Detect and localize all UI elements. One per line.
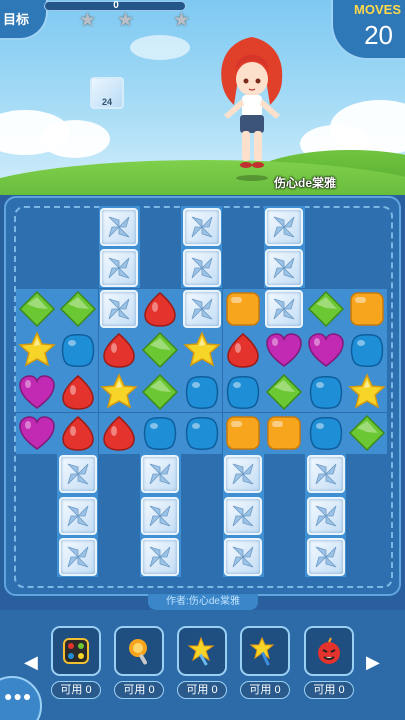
booster-hammer[interactable]: 可用 0 [114,626,164,699]
orange-square-candy[interactable] [265,414,303,452]
cloud [130,35,190,60]
moves-label: MOVES [354,2,401,17]
scroll-left-arrow-icon[interactable]: ◀ [24,652,38,673]
score-value: 0 [113,0,119,11]
booster-bomb[interactable]: 可用 0 [304,626,354,699]
magic-wand-booster-button[interactable] [240,626,290,676]
ice-blocker[interactable] [306,496,345,535]
booster-magic-wand[interactable]: 可用 0 [240,626,290,699]
ice-blocker[interactable] [100,248,139,287]
blue-round-candy[interactable] [183,373,221,411]
yellow-star-candy[interactable] [100,372,138,411]
star-wand-booster-button[interactable] [177,626,227,676]
yellow-star-candy[interactable] [182,331,221,369]
game-board[interactable] [16,206,388,578]
orange-square-candy[interactable] [224,414,262,452]
ice-blocker[interactable] [224,496,262,535]
score-progress-bar: 0 [44,0,186,11]
ice-blocker[interactable] [141,455,180,494]
goal-ice-block: 24 [90,77,124,109]
ice-blocker[interactable] [58,537,97,576]
author-credit: 作者:伤心de棠雅 [148,594,258,610]
blue-round-candy[interactable] [307,414,345,452]
booster-count: 可用 0 [177,681,227,699]
purple-heart-candy[interactable] [265,331,303,369]
blue-round-candy[interactable] [307,373,345,411]
booster-count: 可用 0 [240,681,290,699]
cloud [40,120,110,158]
ice-blocker[interactable] [224,455,262,494]
red-drop-candy[interactable] [100,414,138,452]
hammer-icon [129,639,147,665]
goal-label: 目标 [3,12,30,27]
booster-star-wand[interactable]: 可用 0 [177,626,227,699]
orange-square-candy[interactable] [348,290,386,328]
character-name: 伤心de棠雅 [274,176,337,190]
moves-counter: 20 [364,20,393,50]
booster-color-shuffle[interactable]: 可用 0 [51,626,101,699]
red-drop-candy[interactable] [59,414,97,452]
blue-round-candy[interactable] [141,414,179,452]
red-drop-candy[interactable] [100,331,138,369]
ice-blocker[interactable] [265,207,304,246]
blue-round-candy[interactable] [59,331,97,369]
purple-heart-candy[interactable] [18,373,56,411]
yellow-star-candy[interactable] [348,372,386,411]
blue-round-candy[interactable] [183,414,221,452]
ice-blocker[interactable] [141,496,180,535]
star-icon: ★ [117,10,135,31]
ice-blocker[interactable] [100,290,139,329]
color-shuffle-icon [63,638,89,664]
green-diamond-candy[interactable] [18,290,56,328]
ice-blocker[interactable] [58,496,97,535]
booster-count: 可用 0 [51,681,101,699]
green-diamond-candy[interactable] [307,290,345,328]
scroll-right-arrow-icon[interactable]: ▶ [366,652,380,673]
ice-blocker[interactable] [265,290,304,329]
ice-blocker[interactable] [182,290,221,329]
green-diamond-candy[interactable] [265,373,303,411]
ice-blocker[interactable] [182,248,221,287]
ice-blocker[interactable] [58,455,97,494]
blue-round-candy[interactable] [348,331,386,369]
green-diamond-candy[interactable] [141,331,179,369]
hammer-booster-button[interactable] [114,626,164,676]
ice-blocker[interactable] [224,537,262,576]
red-drop-candy[interactable] [224,331,262,369]
purple-heart-candy[interactable] [307,331,345,369]
red-drop-candy[interactable] [141,290,179,328]
bomb-icon [318,637,340,664]
yellow-star-candy[interactable] [17,331,56,369]
star-wand-icon [187,636,215,666]
booster-count: 可用 0 [114,681,164,699]
ice-blocker[interactable] [306,455,345,494]
star-icon: ★ [173,10,191,31]
color-shuffle-booster-button[interactable] [51,626,101,676]
green-diamond-candy[interactable] [141,373,179,411]
more-dots-icon: ●●● [4,688,33,704]
blue-round-candy[interactable] [224,373,262,411]
ice-blocker[interactable] [100,207,139,246]
orange-square-candy[interactable] [224,290,262,328]
ice-blocker[interactable] [141,537,180,576]
star-icon: ★ [79,10,97,31]
booster-count: 可用 0 [304,681,354,699]
purple-heart-candy[interactable] [18,414,56,452]
ice-blocker[interactable] [306,537,345,576]
ice-blocker[interactable] [265,248,304,287]
green-diamond-candy[interactable] [59,290,97,328]
magic-wand-icon [250,636,275,666]
goal-count: 24 [101,97,112,107]
bomb-booster-button[interactable] [304,626,354,676]
green-diamond-candy[interactable] [348,414,386,452]
ice-blocker[interactable] [182,207,221,246]
red-drop-candy[interactable] [59,373,97,411]
character-avatar [221,37,283,181]
